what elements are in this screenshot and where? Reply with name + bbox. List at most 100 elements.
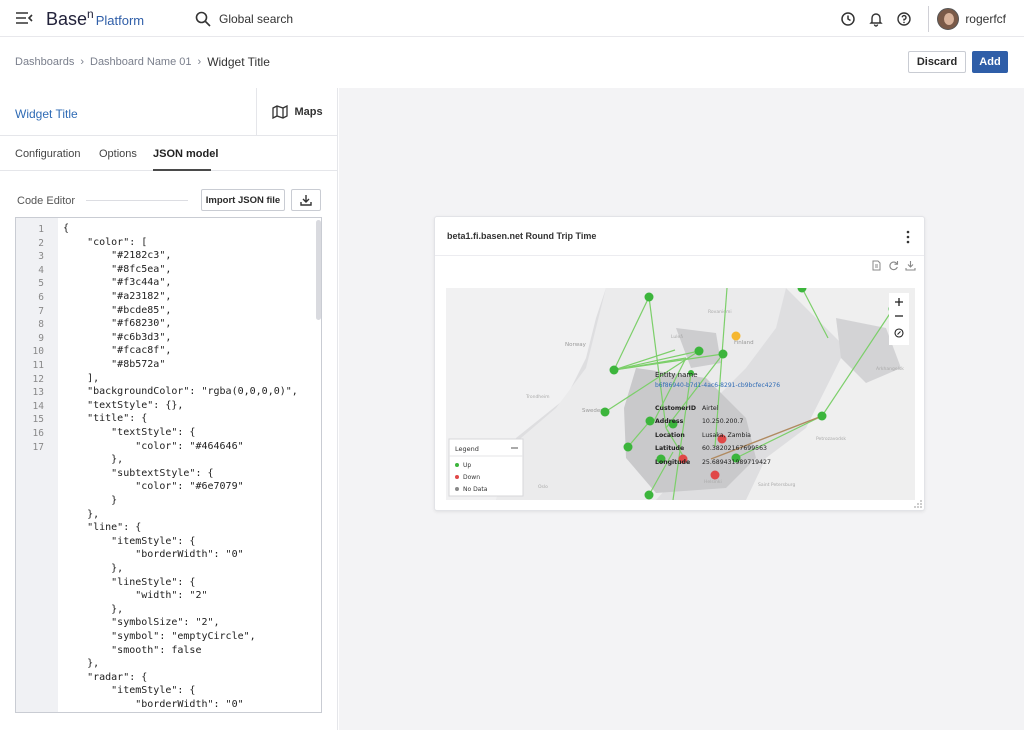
legend-title: Legend (455, 445, 479, 453)
breadcrumb-dashboard-name[interactable]: Dashboard Name 01 (90, 56, 192, 68)
code-line: "#f68230", (63, 318, 172, 330)
code-line: }, (63, 508, 100, 520)
map-node-down (710, 470, 720, 480)
user-name[interactable]: rogerfcf (965, 12, 1006, 26)
code-editor[interactable]: 1 2 3 4 5 6 7 8 9 10 11 12 13 14 15 16 17 { "color": [ "… (15, 217, 322, 713)
legend-down-swatch (455, 475, 459, 479)
line-number: 2 (38, 237, 44, 249)
download-json-button[interactable] (291, 189, 321, 211)
map-node-up (644, 292, 654, 302)
map-icon (272, 104, 289, 119)
tooltip-value: Airtel (702, 405, 719, 412)
tooltip-value: 25.689431989719427 (702, 459, 771, 466)
resize-handle-icon[interactable] (913, 499, 923, 509)
tab-options[interactable]: Options (99, 148, 137, 160)
search-label: Global search (219, 12, 294, 26)
map-node-up (645, 416, 655, 426)
map-zoom-controls (889, 293, 909, 345)
code-line: "textStyle": { (63, 427, 196, 438)
map-node-up (623, 442, 633, 452)
map-label-norway: Norway (565, 342, 587, 348)
widget-title: Widget Title (15, 107, 78, 121)
map-label-lulea: Luleå (671, 333, 683, 340)
code-line: }, (63, 454, 124, 466)
avatar[interactable] (937, 7, 960, 30)
config-tabs: Configuration Options JSON model (0, 136, 338, 171)
widget-title-field[interactable]: Widget Title (0, 88, 257, 136)
chevron-right-icon: › (80, 56, 84, 68)
code-line: "#a23182", (63, 291, 172, 302)
code-line: "smooth": false (63, 644, 202, 656)
map-view[interactable]: Norway Finland Sweden Rovaniemi Trondhei… (446, 288, 915, 500)
code-line: "subtextStyle": { (63, 467, 214, 479)
map-node-up (600, 407, 610, 417)
editor-scrollbar[interactable] (316, 220, 321, 320)
code-line: "#8fc5ea", (63, 263, 172, 275)
card-toolbar (871, 260, 916, 271)
tooltip-key: Longitude (655, 459, 690, 466)
code-line: "#2182c3", (63, 250, 172, 262)
map-label-oslo: Oslo (538, 484, 548, 490)
document-icon[interactable] (871, 260, 882, 271)
global-search[interactable]: Global search (195, 9, 293, 29)
line-number: 5 (38, 278, 44, 290)
tooltip-key: CustomerID (655, 405, 696, 412)
import-json-button[interactable]: Import JSON file (201, 189, 285, 211)
tooltip-value: 60.38202167699563 (702, 445, 767, 452)
map-label-petrozavodsk: Petrozavodsk (816, 436, 846, 442)
line-number: 7 (38, 305, 44, 317)
code-line: } (63, 495, 118, 506)
widget-type-maps[interactable]: Maps (257, 88, 338, 136)
map-node-up (694, 346, 704, 356)
code-line: "borderWidth": "0" (63, 549, 244, 561)
map-label-st-petersburg: Saint Petersburg (758, 482, 795, 488)
refresh-icon[interactable] (888, 260, 899, 271)
tab-configuration[interactable]: Configuration (15, 148, 80, 160)
brand-logo[interactable]: Basen Platform (46, 7, 144, 30)
top-bar: Basen Platform Global search rogerfcf (0, 0, 1024, 37)
brand-sup: n (87, 7, 94, 21)
top-actions: rogerfcf (834, 0, 1024, 37)
divider (435, 255, 924, 256)
legend-up-swatch (455, 463, 459, 467)
line-number: 10 (32, 346, 44, 358)
notifications-button[interactable] (862, 5, 890, 33)
breadcrumb-bar: Dashboards › Dashboard Name 01 › Widget … (0, 38, 1024, 88)
code-line: "title": { (63, 413, 148, 425)
code-line: "color": "#464646" (63, 440, 244, 452)
tab-json-model[interactable]: JSON model (153, 148, 218, 160)
line-number: 1 (38, 224, 44, 235)
line-number: 11 (32, 360, 44, 371)
map-label-helsinki: Helsinki (704, 479, 722, 485)
menu-collapse-icon[interactable] (14, 9, 34, 27)
code-line: }, (63, 603, 124, 615)
code-line: "lineStyle": { (63, 576, 196, 588)
code-line: "borderWidth": "0" (63, 699, 244, 710)
add-button[interactable]: Add (972, 51, 1008, 73)
code-line: "color": "#6e7079" (63, 481, 244, 493)
help-icon (897, 11, 912, 26)
code-line: "#f3c44a", (63, 277, 172, 289)
help-button[interactable] (890, 5, 918, 33)
code-line: { (63, 223, 70, 234)
line-number: 15 (32, 414, 44, 426)
download-icon[interactable] (905, 260, 916, 271)
widget-card: beta1.fi.basen.net Round Trip Time Norwa… (434, 216, 925, 511)
divider (86, 200, 188, 201)
tooltip-entity-id[interactable]: b6f86940-b7d1-4ac6-8291-cb9bcfec4276 (655, 382, 780, 389)
line-number: 14 (32, 400, 44, 412)
line-number: 13 (32, 387, 44, 399)
code-line: "width": "2" (63, 590, 208, 602)
breadcrumb-dashboards[interactable]: Dashboards (15, 56, 74, 68)
tooltip-entity-label: Entity name (655, 371, 698, 379)
code-line: "itemStyle": { (63, 535, 196, 547)
widget-config-panel: Widget Title Maps Configuration Options … (0, 88, 338, 730)
more-options-icon[interactable] (903, 229, 913, 245)
history-button[interactable] (834, 5, 862, 33)
tooltip-key: Address (655, 418, 684, 425)
code-editor-label: Code Editor (17, 195, 76, 207)
discard-button[interactable]: Discard (908, 51, 966, 73)
chevron-right-icon: › (197, 56, 202, 68)
code-line: "color": [ (63, 236, 148, 248)
map-label-finland: Finland (734, 340, 754, 346)
